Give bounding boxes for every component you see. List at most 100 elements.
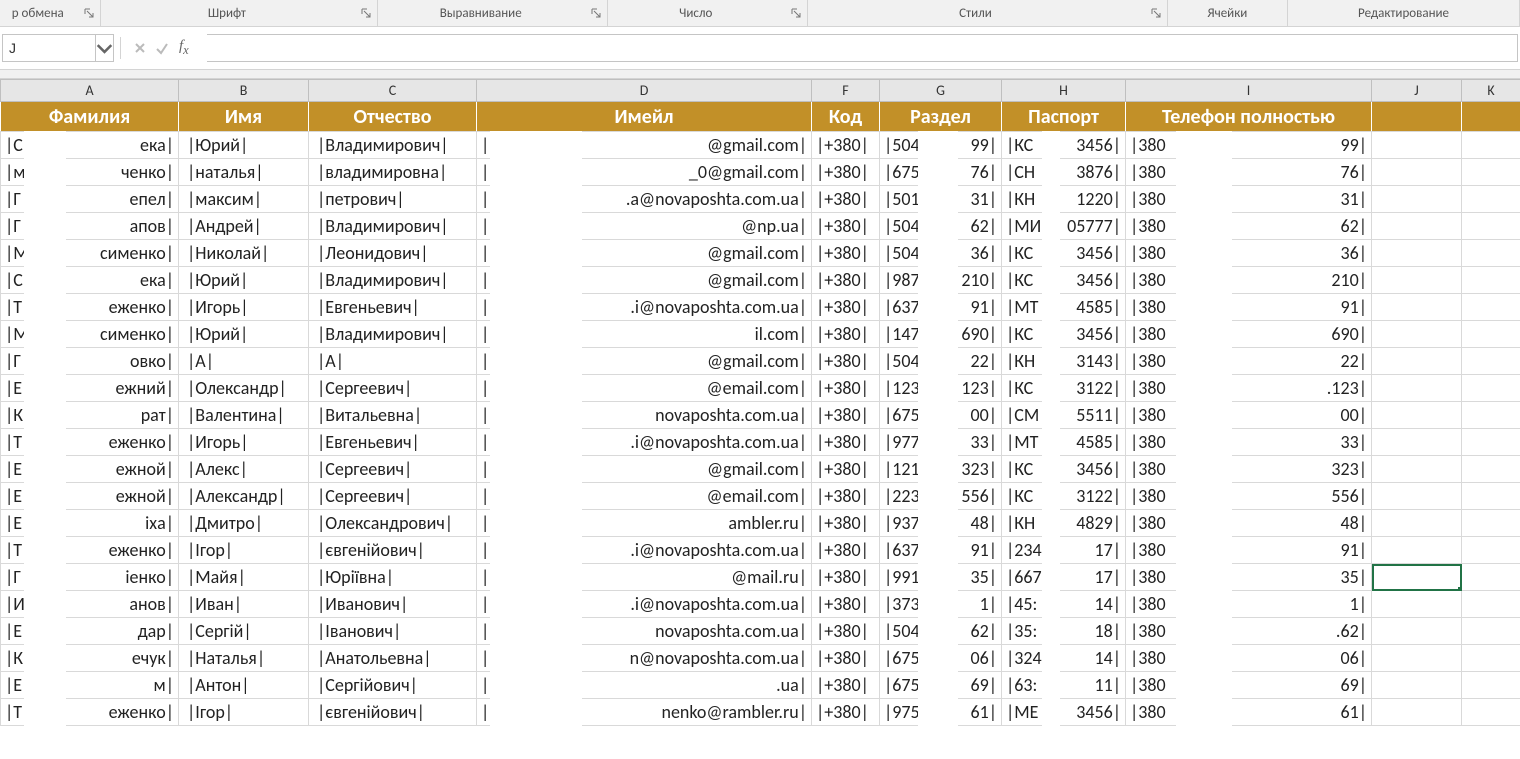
- cell[interactable]: |50462|: [880, 213, 1002, 240]
- cell[interactable]: |Сергій|: [179, 618, 309, 645]
- cell[interactable]: [1372, 537, 1462, 564]
- cell[interactable]: |38099|: [1126, 132, 1372, 159]
- cell[interactable]: [1462, 645, 1520, 672]
- table-row[interactable]: |мченко||наталья||владимировна||_0@gmail…: [1, 159, 1520, 186]
- cell[interactable]: |38036|: [1126, 240, 1372, 267]
- column-header-G[interactable]: G: [880, 80, 1002, 102]
- cell[interactable]: |євгенійович|: [309, 699, 477, 726]
- cell[interactable]: |Ігор|: [179, 699, 309, 726]
- cell[interactable]: |@email.com|: [477, 483, 812, 510]
- cell[interactable]: |Говко|: [1, 348, 179, 375]
- cell[interactable]: |223556|: [880, 483, 1002, 510]
- cell[interactable]: |66717|: [1002, 564, 1126, 591]
- cell[interactable]: [1462, 159, 1520, 186]
- cell[interactable]: [1462, 510, 1520, 537]
- cell[interactable]: |38091|: [1126, 294, 1372, 321]
- cell[interactable]: |380690|: [1126, 321, 1372, 348]
- cell[interactable]: |38061|: [1126, 699, 1372, 726]
- table-row[interactable]: |Теженко||Игорь||Евгеньевич||.i@novaposh…: [1, 294, 1520, 321]
- cell[interactable]: |99135|: [880, 564, 1002, 591]
- cell[interactable]: |@gmail.com|: [477, 267, 812, 294]
- table-row[interactable]: |Кечук||Наталья||Анатольевна||n@novaposh…: [1, 645, 1520, 672]
- table-row[interactable]: |Ем||Антон||Сергійович||.ua||+380||67569…: [1, 672, 1520, 699]
- cell[interactable]: |євгенійович|: [309, 537, 477, 564]
- cell[interactable]: [1372, 267, 1462, 294]
- cell[interactable]: |@gmail.com|: [477, 456, 812, 483]
- cell[interactable]: [1462, 537, 1520, 564]
- cell[interactable]: |+380|: [812, 294, 880, 321]
- cell[interactable]: |93748|: [880, 510, 1002, 537]
- cell[interactable]: |.ua|: [477, 672, 812, 699]
- cell[interactable]: |nenko@rambler.ru|: [477, 699, 812, 726]
- column-header-A[interactable]: A: [1, 80, 179, 102]
- cell[interactable]: |Владимирович|: [309, 321, 477, 348]
- cell[interactable]: |Игорь|: [179, 429, 309, 456]
- table-row[interactable]: |Еежний||Олександр||Сергеевич||@email.co…: [1, 375, 1520, 402]
- cell[interactable]: |50131|: [880, 186, 1002, 213]
- cell[interactable]: |Сергійович|: [309, 672, 477, 699]
- cell[interactable]: [1372, 618, 1462, 645]
- cell[interactable]: |МТ4585|: [1002, 429, 1126, 456]
- column-header-B[interactable]: B: [179, 80, 309, 102]
- cell[interactable]: [1372, 321, 1462, 348]
- cell[interactable]: |121323|: [880, 456, 1002, 483]
- cell[interactable]: |38035|: [1126, 564, 1372, 591]
- column-header-D[interactable]: D: [477, 80, 812, 102]
- table-row[interactable]: |Говко||А||А||@gmail.com||+380||50422||К…: [1, 348, 1520, 375]
- cell[interactable]: |Игорь|: [179, 294, 309, 321]
- cell[interactable]: |+380|: [812, 699, 880, 726]
- cell[interactable]: |38000|: [1126, 402, 1372, 429]
- cell[interactable]: |50436|: [880, 240, 1002, 267]
- cell[interactable]: |+380|: [812, 618, 880, 645]
- table-row[interactable]: |Теженко||Игорь||Евгеньевич||.i@novaposh…: [1, 429, 1520, 456]
- cell[interactable]: |Теженко|: [1, 699, 179, 726]
- cell[interactable]: |КС3456|: [1002, 132, 1126, 159]
- cell[interactable]: |123123|: [880, 375, 1002, 402]
- formula-input[interactable]: [207, 34, 1518, 62]
- table-row[interactable]: |Гіенко||Майя||Юріївна||@mail.ru||+380||…: [1, 564, 1520, 591]
- cell[interactable]: [1372, 186, 1462, 213]
- cell[interactable]: |Сергеевич|: [309, 375, 477, 402]
- table-header-cell[interactable]: Имя: [179, 102, 309, 132]
- cell[interactable]: [1462, 267, 1520, 294]
- cell[interactable]: |Алекс|: [179, 456, 309, 483]
- column-header-F[interactable]: F: [812, 80, 880, 102]
- cell[interactable]: |наталья|: [179, 159, 309, 186]
- spreadsheet-grid[interactable]: ABCDFGHIJK ФамилияИмяОтчествоИмейлКодРаз…: [0, 79, 1520, 726]
- cell[interactable]: |.i@novaposhta.com.ua|: [477, 429, 812, 456]
- column-header-I[interactable]: I: [1126, 80, 1372, 102]
- cell[interactable]: |Витальевна|: [309, 402, 477, 429]
- cell[interactable]: |50499|: [880, 132, 1002, 159]
- cell[interactable]: [1462, 294, 1520, 321]
- cell[interactable]: |Мсименко|: [1, 321, 179, 348]
- table-header-cell[interactable]: [1372, 102, 1462, 132]
- cell[interactable]: |А|: [179, 348, 309, 375]
- cell[interactable]: |+380|: [812, 348, 880, 375]
- cell[interactable]: |987210|: [880, 267, 1002, 294]
- cell[interactable]: |КН3143|: [1002, 348, 1126, 375]
- cell[interactable]: |Сергеевич|: [309, 456, 477, 483]
- table-row[interactable]: |Сека||Юрий||Владимирович||@gmail.com||+…: [1, 132, 1520, 159]
- cell[interactable]: [1462, 483, 1520, 510]
- cell[interactable]: |ambler.ru|: [477, 510, 812, 537]
- table-header-cell[interactable]: [1462, 102, 1520, 132]
- enter-icon[interactable]: [155, 41, 169, 55]
- table-header-cell[interactable]: Фамилия: [1, 102, 179, 132]
- cell[interactable]: |38022|: [1126, 348, 1372, 375]
- cell[interactable]: |38048|: [1126, 510, 1372, 537]
- cell[interactable]: |+380|: [812, 456, 880, 483]
- cell[interactable]: [1462, 321, 1520, 348]
- cell[interactable]: |38006|: [1126, 645, 1372, 672]
- cell[interactable]: [1462, 456, 1520, 483]
- cell[interactable]: |Евгеньевич|: [309, 429, 477, 456]
- cell[interactable]: |Гіенко|: [1, 564, 179, 591]
- table-row[interactable]: |Крат||Валентина||Витальевна||novaposhta…: [1, 402, 1520, 429]
- table-row[interactable]: |Гепел||максим||петрович||.а@novaposhta.…: [1, 186, 1520, 213]
- table-row[interactable]: |Еежной||Алекс||Сергеевич||@gmail.com||+…: [1, 456, 1520, 483]
- table-row[interactable]: |Мсименко||Юрий||Владимирович||il.com||+…: [1, 321, 1520, 348]
- name-box[interactable]: [2, 34, 114, 62]
- cell[interactable]: |97561|: [880, 699, 1002, 726]
- cell[interactable]: [1372, 429, 1462, 456]
- cell[interactable]: |Юрий|: [179, 267, 309, 294]
- cell[interactable]: |КС3456|: [1002, 321, 1126, 348]
